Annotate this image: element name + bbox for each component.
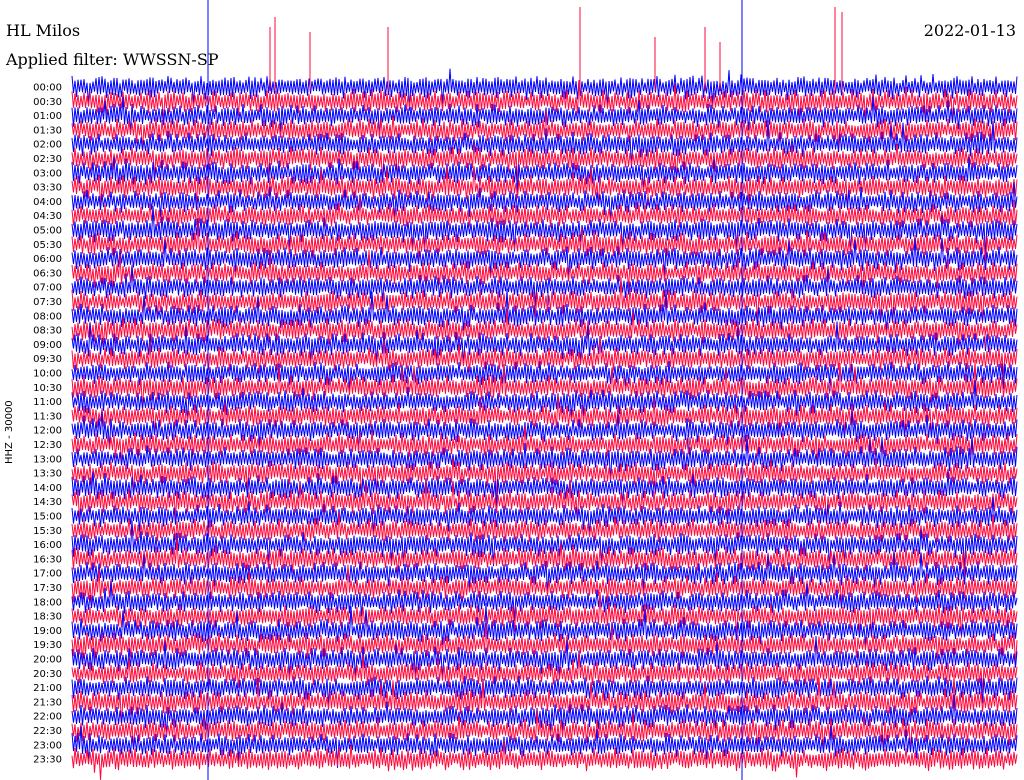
time-tick-label: 19:00 [33,626,62,637]
time-tick-label: 14:30 [33,497,62,508]
time-tick-label: 18:30 [33,612,62,623]
time-tick-label: 20:00 [33,655,62,666]
time-tick-label: 21:00 [33,683,62,694]
time-tick-label: 01:30 [33,125,62,136]
time-tick-label: 11:30 [33,411,62,422]
time-tick-label: 12:00 [33,426,62,437]
time-tick-label: 00:00 [33,83,62,94]
time-tick-label: 10:30 [33,383,62,394]
time-tick-label: 13:00 [33,454,62,465]
time-tick-label: 19:30 [33,640,62,651]
time-tick-label: 16:30 [33,554,62,565]
time-tick-label: 08:30 [33,326,62,337]
time-tick-label: 07:00 [33,283,62,294]
time-tick-label: 04:00 [33,197,62,208]
time-tick-label: 09:00 [33,340,62,351]
time-tick-label: 21:30 [33,697,62,708]
helicorder-plot: 00:00 00:30 01:00 01:30 02:00 02:30 03:00 03:30… [33,0,1018,780]
time-tick-label: 06:00 [33,254,62,265]
time-tick-label: 01:00 [33,111,62,122]
time-tick-label: 05:00 [33,226,62,237]
time-tick-label: 15:30 [33,526,62,537]
time-tick-label: 00:30 [33,97,62,108]
time-tick-label: 22:00 [33,712,62,723]
time-tick-label: 05:30 [33,240,62,251]
time-tick-label: 06:30 [33,268,62,279]
time-tick-label: 02:30 [33,154,62,165]
time-tick-label: 12:30 [33,440,62,451]
time-label-layer: 00:00 00:30 01:00 01:30 02:00 02:30 03:00 03:30… [33,83,62,766]
time-tick-label: 04:30 [33,211,62,222]
time-tick-label: 09:30 [33,354,62,365]
time-tick-label: 16:00 [33,540,62,551]
time-tick-label: 18:00 [33,597,62,608]
time-tick-label: 10:00 [33,369,62,380]
time-tick-label: 17:00 [33,569,62,580]
time-tick-label: 03:30 [33,183,62,194]
time-tick-label: 14:00 [33,483,62,494]
time-tick-label: 03:00 [33,168,62,179]
time-tick-label: 07:30 [33,297,62,308]
time-tick-label: 22:30 [33,726,62,737]
trace-layer [71,0,1018,780]
time-tick-label: 20:30 [33,669,62,680]
time-tick-label: 11:00 [33,397,62,408]
time-tick-label: 17:30 [33,583,62,594]
time-tick-label: 23:30 [33,755,62,766]
time-tick-label: 02:00 [33,140,62,151]
time-tick-label: 13:30 [33,469,62,480]
time-tick-label: 23:00 [33,740,62,751]
time-tick-label: 08:00 [33,311,62,322]
time-tick-label: 15:00 [33,512,62,523]
